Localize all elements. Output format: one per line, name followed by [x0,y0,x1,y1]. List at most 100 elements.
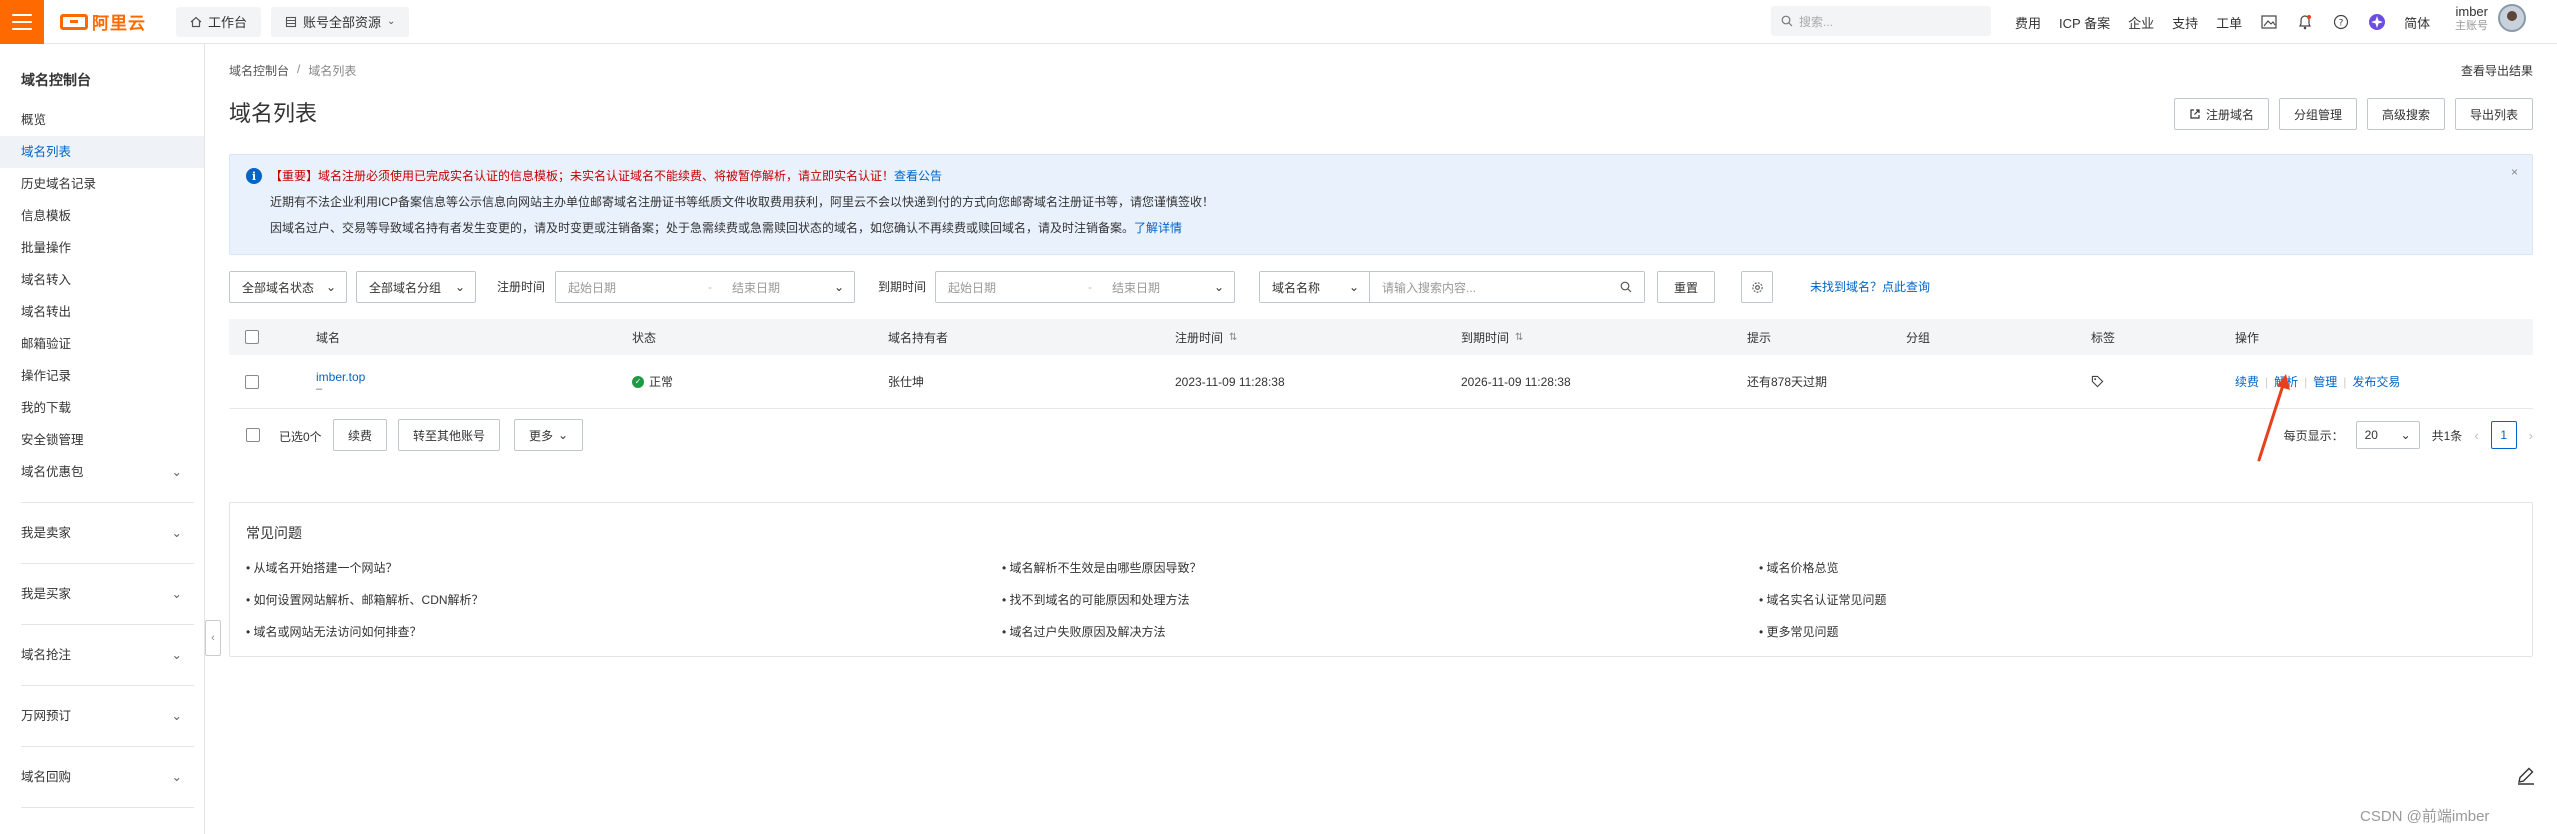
domain-not-found-link[interactable]: 未找到域名？点此查询 [1810,271,1930,303]
group-filter-value: 全部域名分组 [369,280,442,295]
faq-link[interactable]: 更多常见问题 [1759,623,1839,640]
sidebar-collapse-button[interactable]: ‹ [205,620,221,656]
sort-icon[interactable]: ⇅ [1229,332,1237,343]
global-search-placeholder: 搜索... [1799,14,1834,29]
footer-select-all-checkbox[interactable] [246,428,260,442]
sidebar-item-transfer-out[interactable]: 域名转出 [0,296,204,328]
top-link-icp[interactable]: ICP 备案 [2059,13,2110,32]
status-filter-value: 全部域名状态 [242,280,315,295]
notice-announcement-link[interactable]: 查看公告 [894,169,942,183]
sidebar-item-security-lock[interactable]: 安全锁管理 [0,424,204,456]
sidebar-group-label: 我是卖家 [21,526,72,540]
image-icon[interactable] [2260,13,2278,31]
export-results-link[interactable]: 查看导出结果 [2461,62,2533,79]
transfer-account-button[interactable]: 转至其他账号 [398,419,501,451]
chevron-down-icon: ⌄ [2400,428,2411,442]
global-search-input[interactable]: 搜索... [1771,6,1991,36]
total-count: 共1条 [2431,428,2463,443]
reg-time-cell: 2023-11-09 11:28:38 [1175,374,1285,389]
faq-link[interactable]: 如何设置网站解析、邮箱解析、CDN解析？ [246,591,484,608]
gear-icon [1751,281,1763,293]
sidebar-group-reserve[interactable]: 万网预订 ⌄ [0,700,204,732]
select-all-checkbox[interactable] [245,330,259,344]
faq-link[interactable]: 从域名开始搭建一个网站？ [246,559,398,576]
aliyun-logo[interactable]: 阿里云 [60,0,146,44]
advanced-search-button[interactable]: 高级搜索 [2366,98,2445,130]
chevron-down-icon: ⌄ [171,526,182,540]
more-dropdown[interactable]: 更多 ⌄ [514,419,584,451]
sidebar-item-history[interactable]: 历史域名记录 [0,168,204,200]
status-filter-select[interactable]: 全部域名状态 ⌄ [229,271,347,303]
page-number-button[interactable]: 1 [2490,421,2517,449]
exp-end-date: 结束日期 [1112,280,1161,295]
avatar[interactable] [2498,4,2526,33]
prev-page-icon[interactable]: ‹ [2474,428,2478,443]
row-checkbox[interactable] [245,374,259,389]
notice-details-link[interactable]: 了解详情 [1134,221,1182,235]
top-link-enterprise[interactable]: 企业 [2128,13,2154,32]
top-link-ticket[interactable]: 工单 [2216,13,2242,32]
sidebar-group-buyback[interactable]: 域名回购 ⌄ [0,761,204,793]
header-actions: 注册域名 分组管理 高级搜索 导出列表 [2173,98,2533,130]
reg-date-range[interactable]: 起始日期 - 结束日期 ⌄ [555,271,855,303]
resources-dropdown[interactable]: 账号全部资源 ⌄ [271,6,410,37]
tag-icon[interactable] [2091,355,2104,408]
sort-icon[interactable]: ⇅ [1515,332,1523,343]
sidebar-item-email-verify[interactable]: 邮箱验证 [0,328,204,360]
manage-link[interactable]: 管理 [2313,373,2337,390]
workbench-button[interactable]: 工作台 [176,6,262,37]
top-link-support[interactable]: 支持 [2172,13,2198,32]
next-page-icon[interactable]: › [2529,428,2533,443]
register-domain-label: 注册域名 [2205,107,2254,122]
language-switch[interactable]: 简体 [2404,13,2430,32]
sidebar-item-batch[interactable]: 批量操作 [0,232,204,264]
faq-link[interactable]: 域名实名认证常见问题 [1759,591,1887,608]
publish-trade-link[interactable]: 发布交易 [2352,373,2400,390]
sidebar-item-templates[interactable]: 信息模板 [0,200,204,232]
bell-icon[interactable] [2296,13,2314,31]
search-icon[interactable] [1620,281,1632,293]
sidebar-group-seller[interactable]: 我是卖家 ⌄ [0,517,204,549]
top-link-billing[interactable]: 费用 [2015,13,2041,32]
sidebar-item-overview[interactable]: 概览 [0,104,204,136]
sidebar-item-domain-list[interactable]: 域名列表 [0,136,204,168]
sidebar-item-transfer-in[interactable]: 域名转入 [0,264,204,296]
logo-mark-icon [60,13,88,30]
column-reg-time[interactable]: 注册时间 ⇅ [1175,319,1237,355]
domain-search-input[interactable]: 请输入搜索内容... [1370,279,1644,296]
faq-link[interactable]: 域名或网站无法访问如何排查？ [246,623,422,640]
settings-button[interactable] [1741,271,1773,303]
notice-line-1: 【重要】域名注册必须使用已完成实名认证的信息模板；未实名认证域名不能续费、将被暂… [246,163,2532,189]
page-size-select[interactable]: 20 ⌄ [2355,421,2420,449]
sidebar-group-buyer[interactable]: 我是买家 ⌄ [0,578,204,610]
sidebar-group-label: 万网预订 [21,709,72,723]
faq-link[interactable]: 域名过户失败原因及解决方法 [1002,623,1166,640]
svg-text:?: ? [2339,19,2344,29]
group-filter-select[interactable]: 全部域名分组 ⌄ [356,271,476,303]
sidebar-group-snatch[interactable]: 域名抢注 ⌄ [0,639,204,671]
help-icon[interactable]: ? [2332,13,2350,31]
breadcrumb-root[interactable]: 域名控制台 [229,62,289,79]
edit-icon[interactable] [2515,764,2537,786]
search-type-select[interactable]: 域名名称 ⌄ [1260,272,1370,302]
faq-link[interactable]: 域名价格总览 [1759,559,1839,576]
user-menu[interactable]: imber 主账号 [2455,4,2526,33]
sidebar-group-packages[interactable]: 域名优惠包 ⌄ [0,456,204,488]
reset-button[interactable]: 重置 [1657,271,1715,303]
group-manage-button[interactable]: 分组管理 [2278,98,2357,130]
register-domain-button[interactable]: 注册域名 [2173,98,2269,130]
close-icon[interactable]: × [2511,165,2518,179]
exp-date-range[interactable]: 起始日期 - 结束日期 ⌄ [935,271,1235,303]
sidebar-item-op-log[interactable]: 操作记录 [0,360,204,392]
export-list-button[interactable]: 导出列表 [2454,98,2533,130]
column-exp-time[interactable]: 到期时间 ⇅ [1461,319,1523,355]
ai-assistant-icon[interactable] [2368,13,2386,31]
sidebar-item-downloads[interactable]: 我的下载 [0,392,204,424]
menu-icon[interactable] [0,0,44,44]
batch-renew-button[interactable]: 续费 [333,419,388,451]
breadcrumb-current: 域名列表 [308,64,357,78]
sidebar: 域名控制台 概览 域名列表 历史域名记录 信息模板 批量操作 域名转入 域名转出… [0,44,205,834]
domain-name-link[interactable]: imber.top [316,370,365,384]
faq-link[interactable]: 找不到域名的可能原因和处理方法 [1002,591,1190,608]
faq-link[interactable]: 域名解析不生效是由哪些原因导致？ [1002,559,1202,576]
